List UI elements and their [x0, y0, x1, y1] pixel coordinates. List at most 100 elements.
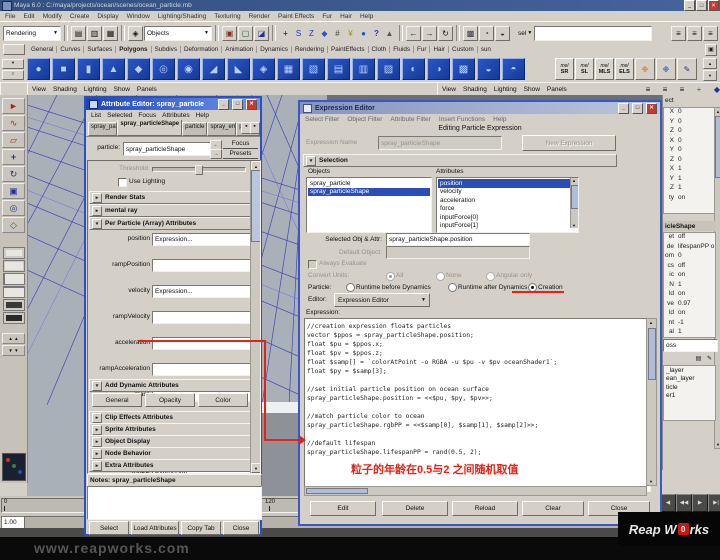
menu-render[interactable]: Render	[249, 13, 270, 20]
menu-help[interactable]: Help	[493, 116, 506, 123]
menu-attributes[interactable]: Attributes	[162, 112, 189, 119]
menu-edit[interactable]: Edit	[23, 13, 34, 20]
poly-torus-icon[interactable]: ◎	[152, 58, 175, 80]
channel-row[interactable]: N1	[664, 281, 715, 291]
node-name-field[interactable]: spray_particleShape	[123, 142, 213, 156]
edit-layer-icon[interactable]: ✎	[705, 354, 714, 363]
lock-icon[interactable]: ▲	[383, 27, 396, 40]
menu-attribute-filter[interactable]: Attribute Filter	[390, 116, 430, 123]
layer-row[interactable]: _layer	[664, 366, 715, 375]
expression-editor-title-bar[interactable]: Expression Editor _ □ ✕	[300, 102, 660, 114]
layer-row[interactable]: er1	[664, 392, 715, 401]
menu-object-filter[interactable]: Object Filter	[347, 116, 382, 123]
add-general-button[interactable]: General	[92, 393, 142, 407]
shelf-scroll-up-icon[interactable]: ▲	[703, 58, 717, 69]
selected-obj-attr-field[interactable]: spray_particleShape.position	[386, 233, 530, 246]
channel-row[interactable]: Y0	[664, 118, 715, 128]
menuset-selector[interactable]: Rendering ▼	[3, 26, 61, 41]
sculpt-polygon-icon[interactable]: ◓	[502, 58, 525, 80]
expression-code-area[interactable]: //creation expression floats particles v…	[304, 318, 651, 492]
shelf-tab-fluids[interactable]: Fluids	[390, 46, 414, 53]
show-manipulator-tool-icon[interactable]: ◇	[2, 217, 25, 233]
attribute-item-velocity[interactable]: velocity	[438, 188, 570, 197]
cut-faces-icon[interactable]: ◐	[402, 58, 425, 80]
menu-help[interactable]: Help	[360, 13, 373, 20]
mel-shelf-button-sl[interactable]: melSL	[575, 58, 594, 80]
shelf-scroll-down-icon[interactable]: ▼	[703, 70, 717, 81]
expand-arrow-icon[interactable]: ▸	[92, 193, 102, 203]
construction-history-icon[interactable]: ↻	[438, 26, 453, 41]
object-item-spray-particleshape[interactable]: spray_particleShape	[308, 188, 430, 197]
load-attributes-button[interactable]: Load Attributes	[131, 521, 179, 535]
snap-curve-icon[interactable]: S	[292, 27, 305, 40]
attributes-scrollbar[interactable]: ▲ ▼	[570, 178, 578, 228]
attribute-editor-title-bar[interactable]: Attribute Editor: spray_particle _ □ ✕	[86, 98, 260, 110]
hypershade-persp-layout-icon[interactable]	[3, 299, 25, 311]
convert-units-angular-radio[interactable]	[486, 272, 495, 281]
shelf-tab-custom[interactable]: Custom	[449, 46, 478, 53]
select-component-icon[interactable]: ◪	[254, 26, 269, 41]
panel-menu-lighting[interactable]: Lighting	[494, 86, 517, 93]
convert-units-none-radio[interactable]	[436, 272, 445, 281]
maximize-button[interactable]: □	[696, 0, 707, 11]
channel-list[interactable]: X0 Y0 Z0 X0 Y0 Z0 X1 Y1 Z1 tyon	[663, 107, 716, 214]
panel-menu-view[interactable]: View	[32, 86, 46, 93]
section-mental-ray[interactable]: ▸ mental ray	[89, 204, 252, 217]
section-extra-attributes[interactable]: ▸ Extra Attributes	[89, 459, 252, 472]
maximize-button[interactable]: □	[632, 103, 643, 114]
quick-help-icon[interactable]: ?	[370, 27, 383, 40]
channel-box-menu-fragment[interactable]: ect	[665, 97, 674, 104]
mel-shelf-button-sr[interactable]: melSR	[555, 58, 574, 80]
reload-button[interactable]: Reload	[452, 501, 518, 516]
tab-spray-emitter[interactable]: spray_emitter	[207, 122, 236, 136]
channel-row[interactable]: X0	[664, 108, 715, 118]
shelf-tab-deformation[interactable]: Deformation	[181, 46, 222, 53]
presets-button[interactable]: Presets	[223, 149, 258, 159]
layer-row[interactable]: ean_layer	[664, 375, 715, 384]
pp-field-velocity[interactable]: Expression...	[152, 285, 252, 298]
select-tool-icon[interactable]: ►	[2, 98, 25, 114]
runtime-before-dynamics-radio[interactable]	[346, 283, 355, 292]
default-object-field[interactable]	[386, 246, 530, 259]
channel-row[interactable]: Z1	[664, 184, 715, 194]
pp-field-rampposition[interactable]	[152, 259, 252, 272]
channel-row[interactable]: ldon	[664, 290, 715, 300]
pp-field-acceleration[interactable]	[152, 337, 252, 350]
minimize-button[interactable]: _	[218, 99, 229, 110]
close-button[interactable]: ✕	[246, 99, 257, 110]
channel-row[interactable]: ldon	[664, 309, 715, 319]
sphere-cluster-icon[interactable]: ❉	[635, 58, 655, 80]
copy-tab-button[interactable]: Copy Tab	[181, 521, 221, 535]
split-polygon-icon[interactable]: ▨	[377, 58, 400, 80]
expand-arrow-icon[interactable]: ▸	[92, 461, 102, 471]
shelf-tab-dynamics[interactable]: Dynamics	[257, 46, 292, 53]
panel-menu-shading[interactable]: Shading	[463, 86, 487, 93]
save-scene-icon[interactable]: ▦	[103, 26, 118, 41]
convert-units-all-radio[interactable]	[386, 272, 395, 281]
expand-arrow-icon[interactable]: ▸	[92, 206, 102, 216]
mel-shelf-button-els[interactable]: melELS	[615, 58, 634, 80]
layout-spinner-down-icon[interactable]: ▼ ▼	[2, 345, 25, 356]
channel-row[interactable]: X0	[664, 137, 715, 147]
render-globals-icon[interactable]: ◒	[495, 26, 510, 41]
channel-row[interactable]: Y1	[664, 175, 715, 185]
four-pane-layout-icon[interactable]	[3, 260, 25, 272]
shelf-tab-fur[interactable]: Fur	[414, 46, 430, 53]
attribute-item-position[interactable]: position	[438, 179, 570, 188]
channel-box-field-fragment[interactable]: oss	[663, 339, 718, 352]
menu-window[interactable]: Window	[127, 13, 150, 20]
layer-row[interactable]: ticle	[664, 383, 715, 392]
single-pane-layout-icon[interactable]	[3, 247, 25, 259]
section-render-stats[interactable]: ▸ Render Stats	[89, 191, 252, 204]
shape-channel-list[interactable]: etoff delifespanPP o om0 csoff icon N1 l…	[663, 232, 716, 338]
show-attribute-editor-toggle-icon[interactable]: ≡	[671, 26, 686, 41]
panel-menu-view[interactable]: View	[442, 86, 456, 93]
menu-focus[interactable]: Focus	[138, 112, 156, 119]
menu-select-filter[interactable]: Select Filter	[305, 116, 339, 123]
tab-scroll-right-icon[interactable]: ►	[250, 122, 260, 134]
menu-display[interactable]: Display	[97, 13, 118, 20]
menu-hair[interactable]: Hair	[340, 13, 352, 20]
section-add-dynamic[interactable]: ▾ Add Dynamic Attributes	[89, 379, 252, 392]
snap-view-plane-icon[interactable]: ◆	[318, 27, 331, 40]
poly-cone-icon[interactable]: ▲	[102, 58, 125, 80]
